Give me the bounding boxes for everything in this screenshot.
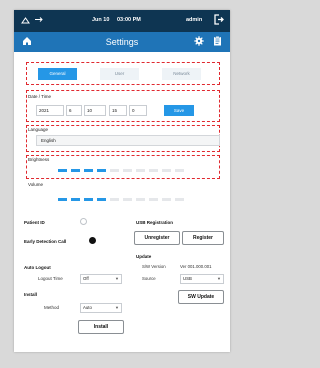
- month-field[interactable]: 6: [66, 105, 82, 116]
- brightness-segment[interactable]: [84, 169, 93, 172]
- source-value: USB: [183, 276, 192, 281]
- brightness-segment[interactable]: [110, 169, 119, 172]
- network-icon: [21, 15, 30, 28]
- hour-field[interactable]: 15: [109, 105, 127, 116]
- install-label: Install: [24, 292, 38, 297]
- brightness-segment[interactable]: [123, 169, 132, 172]
- status-bar: Jun 10 03:00 PM admin: [14, 10, 230, 32]
- brightness-highlight: [26, 155, 220, 179]
- day-field[interactable]: 10: [84, 105, 106, 116]
- volume-segment[interactable]: [71, 198, 80, 201]
- brightness-segment[interactable]: [175, 169, 184, 172]
- volume-segment[interactable]: [149, 198, 158, 201]
- language-select[interactable]: English: [36, 135, 220, 146]
- volume-segment[interactable]: [123, 198, 132, 201]
- install-method-label: Method: [44, 305, 60, 310]
- tab-user[interactable]: User: [100, 68, 139, 80]
- title-bar: Settings: [14, 32, 230, 52]
- chevron-down-icon: ▼: [115, 305, 119, 310]
- sw-version-label: S/W Version: [142, 264, 166, 269]
- early-detection-radio[interactable]: [89, 237, 96, 244]
- status-user: admin: [186, 17, 203, 23]
- chevron-down-icon: ▼: [217, 276, 221, 281]
- year-field[interactable]: 2021: [36, 105, 64, 116]
- tab-general[interactable]: General: [38, 68, 77, 80]
- datetime-label: Date / Time: [28, 94, 52, 99]
- logout-time-label: Logout Time: [38, 276, 63, 281]
- logout-time-select[interactable]: Off ▼: [80, 274, 122, 284]
- patient-id-radio[interactable]: [80, 218, 87, 225]
- source-label: Source: [142, 276, 156, 281]
- save-button[interactable]: Save: [164, 105, 194, 116]
- brightness-segment[interactable]: [97, 169, 106, 172]
- volume-segment[interactable]: [97, 198, 106, 201]
- volume-segment[interactable]: [58, 198, 67, 201]
- volume-segment[interactable]: [162, 198, 171, 201]
- brightness-segment[interactable]: [71, 169, 80, 172]
- install-method-select[interactable]: Auto ▼: [80, 303, 122, 313]
- brightness-segment[interactable]: [149, 169, 158, 172]
- patient-id-label: Patient ID: [24, 220, 45, 225]
- source-select[interactable]: USB ▼: [180, 274, 224, 284]
- volume-segment[interactable]: [84, 198, 93, 201]
- install-method-value: Auto: [83, 305, 92, 310]
- logout-time-value: Off: [83, 276, 89, 281]
- unregister-button[interactable]: Unregister: [134, 231, 180, 245]
- volume-segment[interactable]: [136, 198, 145, 201]
- clipboard-icon[interactable]: [213, 36, 222, 49]
- brightness-segment[interactable]: [136, 169, 145, 172]
- early-detection-label: Early Detection Call: [24, 239, 67, 244]
- language-label: Language: [28, 127, 49, 132]
- sw-version-value: Ver 001.000.001: [180, 264, 212, 269]
- logout-icon[interactable]: [214, 14, 224, 29]
- chevron-down-icon: ▼: [115, 276, 119, 281]
- tab-network[interactable]: Network: [162, 68, 201, 80]
- volume-label: Volume: [28, 182, 44, 187]
- install-button[interactable]: Install: [78, 320, 124, 334]
- status-date: Jun 10: [92, 17, 110, 23]
- gear-icon[interactable]: [194, 36, 204, 49]
- auto-logout-label: Auto Logout: [24, 265, 51, 270]
- minute-field[interactable]: 0: [129, 105, 147, 116]
- usb-registration-label: USB Registration: [136, 220, 174, 225]
- volume-segment[interactable]: [175, 198, 184, 201]
- status-time: 03:00 PM: [117, 17, 141, 23]
- volume-segment[interactable]: [110, 198, 119, 201]
- sw-update-button[interactable]: SW Update: [178, 290, 224, 304]
- device-screen: Jun 10 03:00 PM admin Settings General U…: [14, 10, 230, 352]
- usb-icon: [34, 15, 43, 28]
- brightness-segment[interactable]: [162, 169, 171, 172]
- brightness-label: Brightness: [28, 157, 50, 162]
- update-label: Update: [136, 254, 152, 259]
- brightness-segment[interactable]: [58, 169, 67, 172]
- register-button[interactable]: Register: [182, 231, 224, 245]
